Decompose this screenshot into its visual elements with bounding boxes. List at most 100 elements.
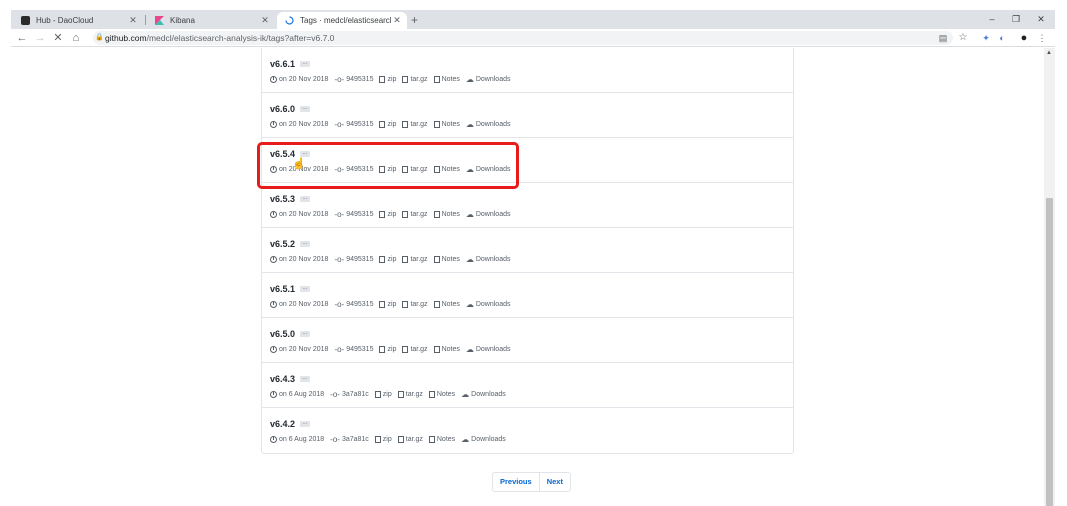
forward-arrow-icon[interactable]: →: [33, 31, 47, 45]
commit-sha[interactable]: 3a7a81c: [342, 436, 369, 443]
tag-name-link[interactable]: v6.5.1: [270, 284, 295, 294]
previous-button[interactable]: Previous: [493, 473, 539, 491]
restore-button[interactable]: ❐: [1005, 12, 1027, 26]
extension-2-icon[interactable]: ◐: [995, 31, 1009, 45]
targz-label[interactable]: tar.gz: [406, 391, 423, 398]
tag-message-toggle[interactable]: ...: [300, 421, 310, 427]
tag-name-link[interactable]: v6.6.0: [270, 104, 295, 114]
tag-name-link[interactable]: v6.4.2: [270, 419, 295, 429]
commit-sha[interactable]: 9495315: [346, 121, 373, 128]
downloads-link[interactable]: ☁ Downloads: [466, 255, 511, 264]
downloads-label[interactable]: Downloads: [476, 256, 511, 263]
profile-avatar-icon[interactable]: ●: [1017, 31, 1031, 45]
downloads-label[interactable]: Downloads: [476, 76, 511, 83]
zip-label[interactable]: zip: [383, 391, 392, 398]
commit-sha[interactable]: 9495315: [346, 211, 373, 218]
tag-name-link[interactable]: v6.4.3: [270, 374, 295, 384]
downloads-link[interactable]: ☁ Downloads: [466, 300, 511, 309]
next-button[interactable]: Next: [538, 473, 570, 491]
zip-label[interactable]: zip: [387, 256, 396, 263]
tag-message-toggle[interactable]: ...: [300, 61, 310, 67]
notes-link[interactable]: Notes: [433, 121, 460, 128]
targz-label[interactable]: tar.gz: [410, 301, 427, 308]
targz-label[interactable]: tar.gz: [410, 211, 427, 218]
downloads-link[interactable]: ☁ Downloads: [466, 345, 511, 354]
tag-commit[interactable]: -o- 9495315: [334, 210, 373, 219]
zip-link[interactable]: zip: [379, 121, 396, 128]
commit-sha[interactable]: 9495315: [346, 301, 373, 308]
tag-name-link[interactable]: v6.5.3: [270, 194, 295, 204]
tab-kibana[interactable]: Kibana ✕: [147, 12, 275, 29]
zip-label[interactable]: zip: [387, 301, 396, 308]
targz-link[interactable]: tar.gz: [402, 76, 428, 83]
zip-link[interactable]: zip: [379, 346, 396, 353]
notes-link[interactable]: Notes: [428, 391, 455, 398]
tag-name-link[interactable]: v6.5.2: [270, 239, 295, 249]
downloads-label[interactable]: Downloads: [476, 121, 511, 128]
notes-link[interactable]: Notes: [433, 76, 460, 83]
downloads-link[interactable]: ☁ Downloads: [466, 75, 511, 84]
commit-sha[interactable]: 9495315: [346, 76, 373, 83]
close-icon[interactable]: ✕: [391, 15, 403, 26]
notes-link[interactable]: Notes: [433, 346, 460, 353]
notes-label[interactable]: Notes: [442, 301, 460, 308]
tag-commit[interactable]: -o- 3a7a81c: [330, 435, 369, 444]
downloads-label[interactable]: Downloads: [476, 211, 511, 218]
scroll-up-arrow-icon[interactable]: ▲: [1046, 50, 1052, 56]
notes-link[interactable]: Notes: [428, 436, 455, 443]
zip-link[interactable]: zip: [374, 436, 392, 443]
notes-label[interactable]: Notes: [442, 121, 460, 128]
zip-label[interactable]: zip: [387, 211, 396, 218]
zip-link[interactable]: zip: [379, 256, 396, 263]
back-arrow-icon[interactable]: ←: [15, 31, 29, 45]
targz-label[interactable]: tar.gz: [410, 256, 427, 263]
tag-commit[interactable]: -o- 9495315: [334, 255, 373, 264]
stop-icon[interactable]: ✕: [51, 31, 65, 45]
tag-name-link[interactable]: v6.5.0: [270, 329, 295, 339]
tag-commit[interactable]: -o- 9495315: [334, 300, 373, 309]
notes-link[interactable]: Notes: [433, 301, 460, 308]
downloads-label[interactable]: Downloads: [476, 301, 511, 308]
downloads-label[interactable]: Downloads: [476, 346, 511, 353]
targz-label[interactable]: tar.gz: [410, 346, 427, 353]
downloads-label[interactable]: Downloads: [471, 436, 506, 443]
notes-link[interactable]: Notes: [433, 256, 460, 263]
tag-message-toggle[interactable]: ...: [300, 286, 310, 292]
new-tab-button[interactable]: +: [411, 13, 418, 27]
notes-label[interactable]: Notes: [442, 76, 460, 83]
zip-label[interactable]: zip: [387, 76, 396, 83]
downloads-link[interactable]: ☁ Downloads: [461, 435, 506, 444]
tab-daocloud[interactable]: Hub - DaoCloud ✕: [13, 12, 143, 29]
zip-link[interactable]: zip: [374, 391, 392, 398]
targz-label[interactable]: tar.gz: [410, 121, 427, 128]
commit-sha[interactable]: 3a7a81c: [342, 391, 369, 398]
targz-link[interactable]: tar.gz: [402, 301, 428, 308]
tab-github-tags[interactable]: Tags · medcl/elasticsearch-an ✕: [277, 12, 407, 29]
downloads-link[interactable]: ☁ Downloads: [466, 120, 511, 129]
minimize-button[interactable]: –: [981, 12, 1003, 26]
downloads-label[interactable]: Downloads: [471, 391, 506, 398]
zip-link[interactable]: zip: [379, 211, 396, 218]
notes-link[interactable]: Notes: [433, 211, 460, 218]
zip-label[interactable]: zip: [383, 436, 392, 443]
notes-label[interactable]: Notes: [442, 256, 460, 263]
tag-commit[interactable]: -o- 9495315: [334, 120, 373, 129]
tag-commit[interactable]: -o- 9495315: [334, 345, 373, 354]
tag-message-toggle[interactable]: ...: [300, 196, 310, 202]
address-bar[interactable]: 🔒 github.com/medcl/elasticsearch-analysi…: [93, 31, 953, 45]
targz-link[interactable]: tar.gz: [402, 211, 428, 218]
commit-sha[interactable]: 9495315: [346, 346, 373, 353]
close-icon[interactable]: ✕: [127, 15, 139, 26]
commit-sha[interactable]: 9495315: [346, 256, 373, 263]
scrollbar-thumb[interactable]: [1046, 198, 1053, 506]
zip-link[interactable]: zip: [379, 76, 396, 83]
targz-link[interactable]: tar.gz: [402, 256, 428, 263]
zip-label[interactable]: zip: [387, 121, 396, 128]
downloads-link[interactable]: ☁ Downloads: [466, 210, 511, 219]
translate-icon[interactable]: ▤: [936, 31, 950, 45]
downloads-link[interactable]: ☁ Downloads: [461, 390, 506, 399]
notes-label[interactable]: Notes: [437, 391, 455, 398]
close-icon[interactable]: ✕: [259, 15, 271, 26]
targz-label[interactable]: tar.gz: [406, 436, 423, 443]
tag-message-toggle[interactable]: ...: [300, 376, 310, 382]
